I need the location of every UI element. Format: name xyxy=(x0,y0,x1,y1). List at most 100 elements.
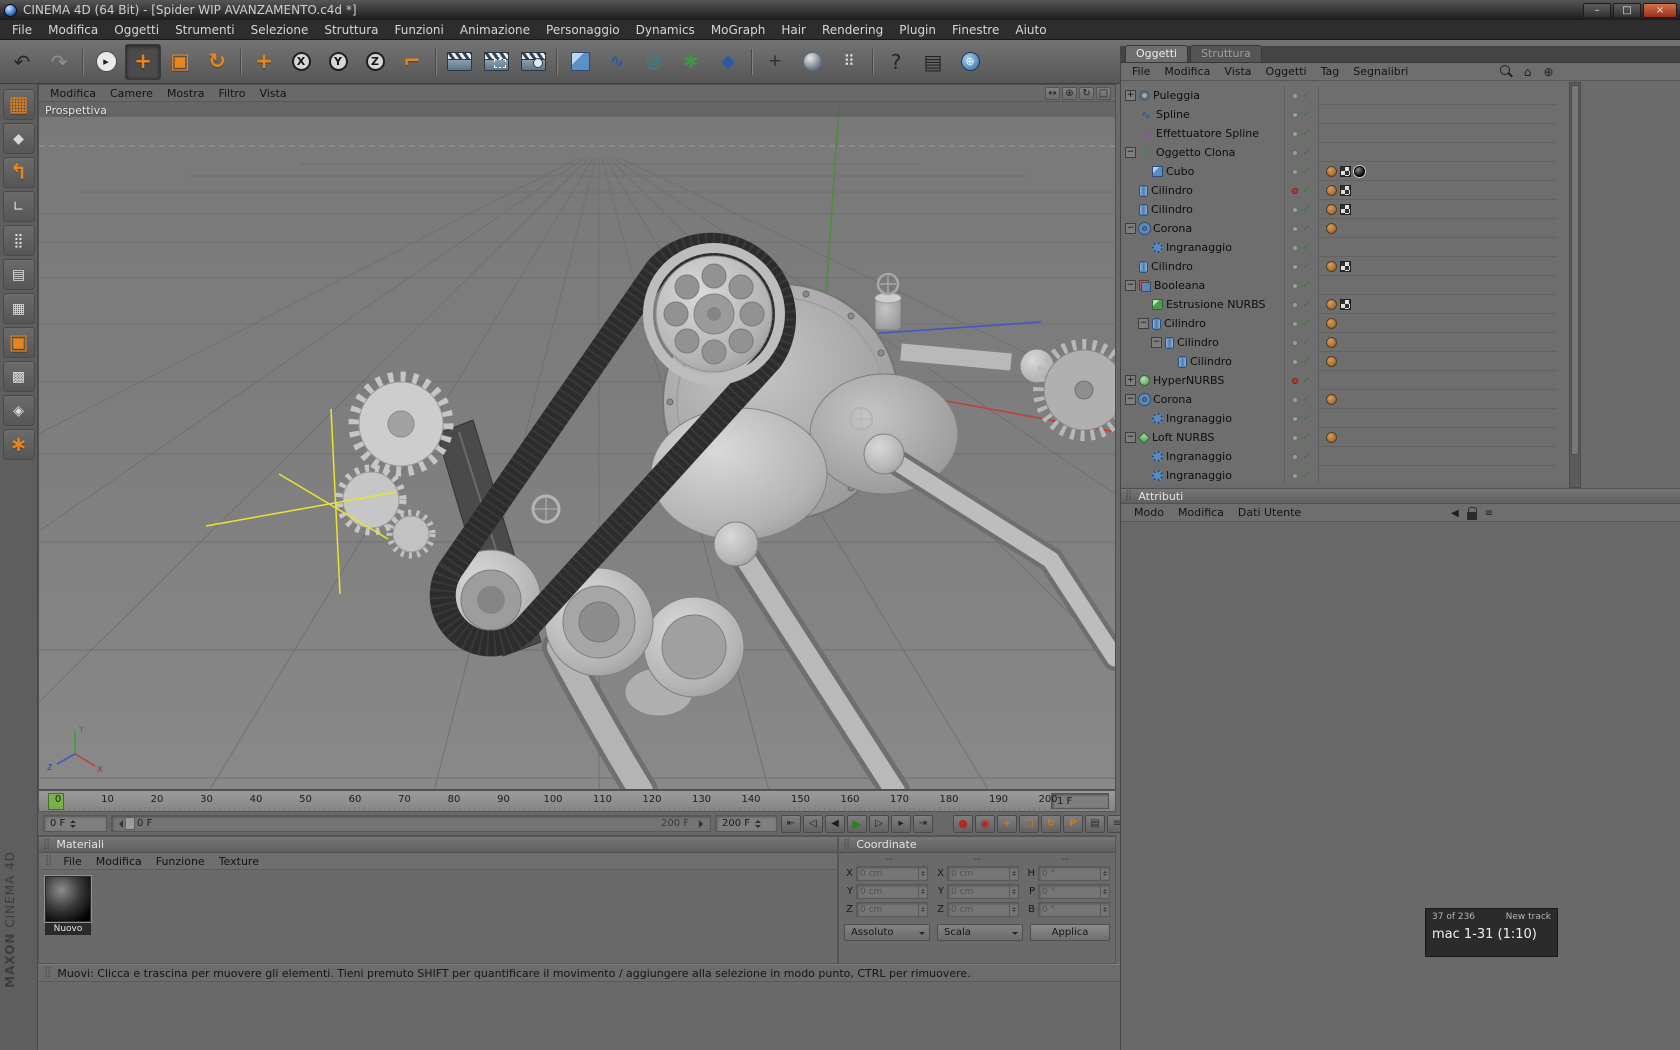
viewport-solo-button[interactable]: ∗ xyxy=(2,429,35,460)
timeline-tick[interactable]: 100 xyxy=(543,794,562,805)
menu-animazione[interactable]: Animazione xyxy=(452,21,538,39)
tab-oggetti[interactable]: Oggetti xyxy=(1125,45,1189,62)
home-icon[interactable]: ⌂ xyxy=(1520,64,1535,79)
attributes-panel-header[interactable]: ⣿ Attributi xyxy=(1121,488,1680,504)
menu-dynamics[interactable]: Dynamics xyxy=(628,21,703,39)
visibility-toggles[interactable]: ✓ xyxy=(1284,276,1319,295)
enable-check-icon[interactable]: ✓ xyxy=(1302,337,1310,348)
timeline-tick[interactable]: 190 xyxy=(989,794,1008,805)
target-icon[interactable]: ⊕ xyxy=(1541,64,1556,79)
visibility-dot[interactable] xyxy=(1292,111,1299,118)
timeline-tick[interactable]: 80 xyxy=(448,794,461,805)
timeline-tick[interactable]: 50 xyxy=(299,794,312,805)
stepper-icon[interactable] xyxy=(1100,885,1109,898)
stepper-up-icon[interactable] xyxy=(921,887,925,891)
menu-mograph[interactable]: MoGraph xyxy=(703,21,774,39)
timeline-tick[interactable]: 70 xyxy=(398,794,411,805)
visibility-toggles[interactable]: ✓ xyxy=(1284,219,1319,238)
material-brown-tag[interactable] xyxy=(1326,317,1337,329)
visibility-toggles[interactable]: ✓ xyxy=(1284,200,1319,219)
stepper-up-icon[interactable] xyxy=(1012,905,1016,909)
material-brown-tag[interactable] xyxy=(1326,165,1337,177)
enable-check-icon[interactable]: ✓ xyxy=(1302,204,1310,215)
timeline-tick[interactable]: 170 xyxy=(890,794,909,805)
om-menu-oggetti[interactable]: Oggetti xyxy=(1259,64,1314,79)
menu-plugin[interactable]: Plugin xyxy=(891,21,944,39)
slider-left-arrow-icon[interactable] xyxy=(115,819,123,828)
axis-modifier-button[interactable]: + xyxy=(757,44,793,80)
tree-expander[interactable]: − xyxy=(1138,318,1149,329)
record-rotation-button[interactable]: ↻ xyxy=(1041,814,1061,833)
panel-grip-icon[interactable]: ⣿ xyxy=(843,839,850,850)
material-item[interactable]: Nuovo xyxy=(45,876,93,935)
timeline-tick[interactable]: 130 xyxy=(692,794,711,805)
enable-check-icon[interactable]: ✓ xyxy=(1302,147,1310,158)
tree-row[interactable]: Spline ✓ xyxy=(1121,105,1569,124)
render-view-button[interactable] xyxy=(441,44,477,80)
stepper-down-icon[interactable] xyxy=(1103,910,1107,914)
om-menu-vista[interactable]: Vista xyxy=(1217,64,1258,79)
apply-button[interactable]: Applica xyxy=(1030,924,1110,941)
move-tool-button[interactable]: + xyxy=(125,43,161,80)
frame-stepper[interactable] xyxy=(70,817,77,831)
timeline-tick[interactable]: 20 xyxy=(151,794,164,805)
add-spline-button[interactable]: ∿ xyxy=(599,44,635,80)
record-position-button[interactable]: + xyxy=(997,814,1017,833)
add-deformer-button[interactable]: ◆ xyxy=(710,44,746,80)
tree-row[interactable]: Estrusione NURBS ✓ xyxy=(1121,295,1569,314)
visibility-dot[interactable] xyxy=(1292,472,1299,479)
timeline-tick[interactable]: 180 xyxy=(939,794,958,805)
stepper-icon[interactable] xyxy=(1009,867,1018,880)
object-tree-scrollbar[interactable] xyxy=(1569,82,1581,488)
stepper-up-icon[interactable] xyxy=(1012,869,1016,873)
materials-menu-file[interactable]: File xyxy=(56,854,88,869)
help-button[interactable]: ? xyxy=(878,44,914,80)
enable-check-icon[interactable]: ✓ xyxy=(1302,318,1310,329)
tree-expander[interactable]: + xyxy=(1125,90,1136,101)
tree-expander[interactable]: − xyxy=(1125,394,1136,405)
panel-grip-icon[interactable]: ⣿ xyxy=(1125,491,1132,501)
previous-key-button[interactable]: ◁ xyxy=(803,814,823,833)
panel-grip-icon[interactable]: ⣿ xyxy=(43,839,50,850)
tree-row[interactable]: Effettuatore Spline ✓ xyxy=(1121,124,1569,143)
tree-row[interactable]: − Cilindro ✓ xyxy=(1121,314,1569,333)
material-brown-tag[interactable] xyxy=(1326,431,1337,443)
material-brown-tag[interactable] xyxy=(1326,260,1337,272)
menu-oggetti[interactable]: Oggetti xyxy=(106,21,167,39)
tree-row[interactable]: Cilindro ✓ xyxy=(1121,257,1569,276)
visibility-dot[interactable] xyxy=(1292,244,1299,251)
stepper-up-icon[interactable] xyxy=(921,905,925,909)
om-menu-segnalibri[interactable]: Segnalibri xyxy=(1346,64,1415,79)
timeline-tick[interactable]: 30 xyxy=(200,794,213,805)
pan-view-icon[interactable]: ↔ xyxy=(1045,86,1060,100)
visibility-dot[interactable] xyxy=(1292,377,1299,384)
menu-rendering[interactable]: Rendering xyxy=(814,21,891,39)
stepper-down-icon[interactable] xyxy=(1012,892,1016,896)
visibility-dot[interactable] xyxy=(1292,206,1299,213)
menu-finestre[interactable]: Finestre xyxy=(944,21,1007,39)
visibility-dot[interactable] xyxy=(1292,130,1299,137)
visibility-dot[interactable] xyxy=(1292,92,1299,99)
scale-y-field[interactable]: 0 cm xyxy=(947,884,1019,899)
materials-menu-modifica[interactable]: Modifica xyxy=(89,854,149,869)
tree-expander[interactable]: − xyxy=(1125,280,1136,291)
add-primitive-button[interactable] xyxy=(562,44,598,80)
stepper-down-icon[interactable] xyxy=(70,824,77,831)
tree-expander[interactable]: − xyxy=(1125,223,1136,234)
visibility-dot[interactable] xyxy=(1292,168,1299,175)
timeline-tick[interactable]: 10 xyxy=(101,794,114,805)
tree-expander[interactable]: − xyxy=(1151,337,1162,348)
visibility-dot[interactable] xyxy=(1292,225,1299,232)
visibility-toggles[interactable]: ✓ xyxy=(1284,162,1319,181)
visibility-dot[interactable] xyxy=(1292,149,1299,156)
timeline-tick[interactable]: 110 xyxy=(593,794,612,805)
stepper-down-icon[interactable] xyxy=(921,910,925,914)
visibility-dot[interactable] xyxy=(1292,339,1299,346)
menu-selezione[interactable]: Selezione xyxy=(243,21,317,39)
visibility-toggles[interactable]: ✓ xyxy=(1284,371,1319,390)
tab-struttura[interactable]: Struttura xyxy=(1190,45,1262,62)
rotate-view-icon[interactable]: ↻ xyxy=(1079,86,1094,100)
scale-z-field[interactable]: 0 cm xyxy=(947,902,1019,917)
viewport-menu-camere[interactable]: Camere xyxy=(103,86,160,101)
materials-menu-funzione[interactable]: Funzione xyxy=(149,854,212,869)
